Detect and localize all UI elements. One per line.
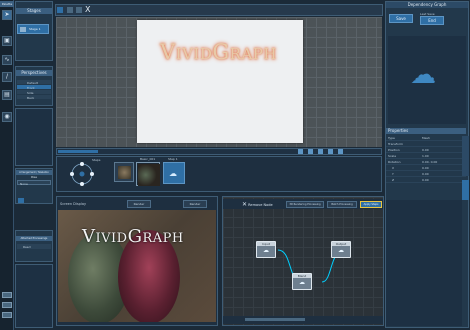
prop-key-1: Transform [388, 142, 403, 146]
navigation-dial-icon [70, 162, 94, 186]
perspective-item-1[interactable]: Front [17, 85, 51, 90]
left-empty-panel [15, 108, 53, 166]
prop-row-2: Position 0.00 [386, 148, 466, 153]
prop-val-2[interactable]: 0.00 [422, 148, 429, 153]
prop-row-5: X 0.00 [386, 166, 466, 171]
render-button[interactable]: Render [127, 200, 151, 208]
canvas-toolbar [55, 4, 383, 16]
prop-key-7: Z [392, 178, 395, 182]
bottom-left-icon-3[interactable] [2, 312, 12, 318]
step-thumb-2[interactable]: ☁ [163, 162, 185, 184]
prop-row-7: Z 0.00 [386, 178, 466, 183]
bottom-left-icon-1[interactable] [2, 292, 12, 298]
node-graph-zoom[interactable] [245, 318, 305, 321]
prop-val-5[interactable]: 0.00 [422, 166, 429, 171]
node-input[interactable]: Input ☁ [256, 241, 276, 258]
stage-item-label: Stage 1 [29, 27, 41, 31]
crop-icon[interactable]: ▣ [2, 36, 12, 46]
perspective-item-3[interactable]: Back [17, 95, 51, 100]
stage-item[interactable]: Stage 1 [17, 24, 49, 34]
preview-object-icon: ☁ [410, 60, 436, 90]
stages-title: Stages [16, 8, 52, 14]
node-output[interactable]: Output ☁ [331, 241, 351, 258]
prop-row-3: Scale 1.00 [386, 154, 466, 159]
prop-key-5: X [392, 166, 395, 170]
canvas-title-text: VividGraph [160, 40, 277, 64]
status-icon-1[interactable] [298, 149, 303, 154]
node-connections [277, 249, 343, 283]
step-thumb-0-preview [118, 166, 131, 179]
step-thumb-1-preview [138, 164, 160, 186]
render-button-2[interactable]: Render [183, 200, 207, 208]
prop-val-3[interactable]: 1.00 [422, 154, 429, 159]
prop-key-6: Y [392, 172, 394, 176]
arrangement-select[interactable]: None [17, 180, 51, 186]
status-icon-5[interactable] [338, 149, 343, 154]
right-side-tab-layers[interactable] [462, 180, 469, 200]
arrangement-toggle[interactable] [18, 198, 24, 203]
prop-row-4: Rotation 0.00, 0.00 [386, 160, 466, 165]
step-thumb-2-label: Step 1 [168, 157, 178, 161]
status-icon-2[interactable] [308, 149, 313, 154]
stamp-icon[interactable]: ▤ [2, 90, 12, 100]
prop-val-7[interactable]: 0.00 [422, 178, 429, 183]
canvas-tool-1[interactable] [57, 7, 63, 13]
brush-icon[interactable]: / [2, 72, 12, 82]
cursor-icon[interactable]: ➤ [2, 10, 12, 20]
prop-row-1: Transform [386, 142, 466, 147]
attached-item[interactable]: Reed [17, 244, 51, 249]
render-overlay-text: VividGraph [82, 226, 184, 247]
canvas-close-button[interactable]: X [85, 5, 90, 14]
bottom-left-icon-2[interactable] [2, 302, 12, 308]
perspective-item-0[interactable]: Default [17, 80, 51, 85]
light-icon[interactable]: ◉ [2, 112, 12, 122]
canvas-tool-3[interactable] [76, 7, 82, 13]
curve-icon[interactable]: ∿ [2, 55, 12, 65]
prop-row-0: Type Mesh [386, 136, 466, 141]
attached-title: Attached Processings [16, 236, 52, 241]
canvas-status-bar [56, 148, 382, 155]
prop-val-6[interactable]: 0.00 [422, 172, 429, 177]
prop-key-0: Type [388, 136, 395, 140]
right-side-tab-properties[interactable] [462, 136, 469, 176]
node-blend[interactable]: Blend ☁ [292, 273, 312, 290]
zoom-slider[interactable] [58, 150, 98, 153]
prop-key-4: Rotation [388, 160, 401, 164]
perspective-item-2[interactable]: Side [17, 90, 51, 95]
step-thumb-2-icon: ☁ [169, 169, 177, 178]
palette-title: Palette [0, 1, 14, 7]
step-thumb-1[interactable] [136, 162, 160, 186]
canvas-page[interactable] [137, 20, 303, 143]
arrangement-value: None [20, 182, 28, 186]
save-button[interactable]: Save [389, 14, 413, 23]
right-panel-title: Dependency Graph [386, 2, 468, 8]
node-input-icon: ☁ [263, 247, 269, 254]
prop-val-4[interactable]: 0.00, 0.00 [422, 160, 437, 165]
canvas-tool-2[interactable] [67, 7, 73, 13]
node-blend-icon: ☁ [299, 279, 305, 286]
node-output-icon: ☁ [338, 247, 344, 254]
status-icon-4[interactable] [328, 149, 333, 154]
prop-key-2: Position [388, 148, 400, 152]
perspectives-title: Perspectives [16, 70, 52, 76]
end-button[interactable]: End [420, 16, 444, 25]
step-thumb-1-label: Basic_001 [140, 157, 156, 161]
steps-strip [56, 156, 382, 192]
attached-item-label: Reed [23, 245, 31, 249]
screen-display-title: Screen Display [60, 202, 87, 206]
navigation-dial[interactable] [62, 160, 104, 188]
properties-title: Properties [386, 128, 466, 134]
prop-row-6: Y 0.00 [386, 172, 466, 177]
left-tool-strip [0, 0, 14, 330]
status-icon-3[interactable] [318, 149, 323, 154]
prop-val-0[interactable]: Mesh [422, 136, 430, 141]
arrangement-title: Arrangement / Skeleton Pose [16, 170, 52, 179]
step-thumb-0[interactable] [114, 162, 134, 182]
stage-thumb-icon [20, 27, 26, 32]
left-bottom-panel [15, 264, 53, 328]
perspective-label-3: Back [27, 96, 35, 100]
right-lower-area [386, 200, 462, 326]
prop-key-3: Scale [388, 154, 397, 158]
